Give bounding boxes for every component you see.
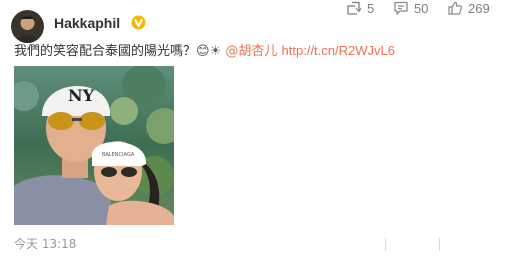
- emoji-text: 😊☀: [196, 44, 222, 59]
- svg-text:NY: NY: [68, 86, 95, 105]
- comment-button[interactable]: 50: [394, 0, 428, 16]
- like-icon: [448, 1, 462, 15]
- post-body: 我們的笑容配合泰國的陽光嗎？: [14, 44, 197, 59]
- action-divider: [385, 238, 386, 251]
- username[interactable]: Hakkaphil: [54, 15, 120, 31]
- short-url-link[interactable]: http://t.cn/R2WJvL6: [282, 43, 395, 58]
- like-count: 269: [468, 0, 490, 16]
- mention-link[interactable]: @胡杏儿: [225, 44, 277, 59]
- verified-badge-icon: [131, 15, 146, 30]
- svg-text:BALENCIAGA: BALENCIAGA: [102, 152, 135, 158]
- post-timestamp[interactable]: 今天 13:18: [14, 235, 76, 252]
- post-text: 我們的笑容配合泰國的陽光嗎？😊☀ @胡杏儿 http://t.cn/R2WJvL…: [14, 42, 395, 61]
- like-button[interactable]: 269: [448, 0, 490, 16]
- avatar[interactable]: [11, 10, 44, 43]
- repost-icon: [347, 1, 361, 15]
- post-photo[interactable]: NY BALENCIAGA: [14, 66, 174, 225]
- weibo-post-card: Hakkaphil 我們的笑容配合泰國的陽光嗎？😊☀ @胡杏儿 http://t…: [0, 0, 505, 271]
- repost-button[interactable]: 5: [346, 0, 374, 16]
- action-divider: [439, 238, 440, 251]
- comment-icon: [394, 1, 408, 15]
- comment-count: 50: [414, 0, 429, 16]
- repost-count: 5: [367, 0, 375, 16]
